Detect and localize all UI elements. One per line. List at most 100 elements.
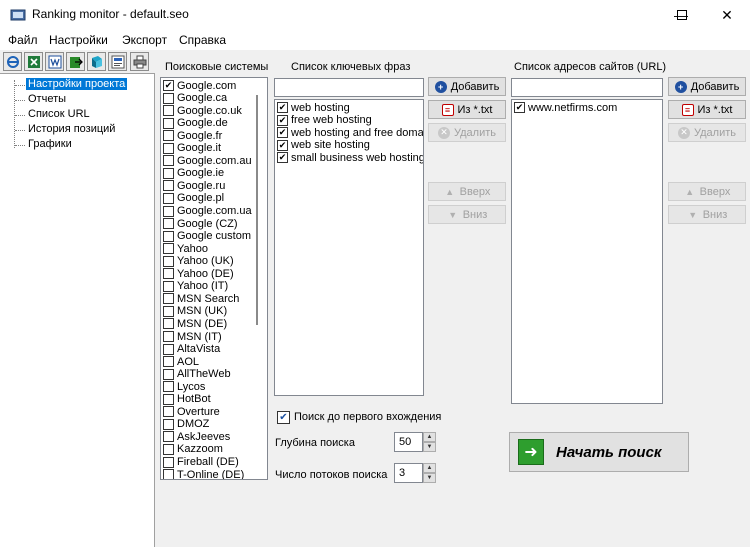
menu-settings[interactable]: Настройки	[49, 33, 108, 47]
keyword-item[interactable]: ✔ web hosting and free domain	[277, 126, 423, 139]
threads-spinner[interactable]: ▲ ▼	[423, 463, 436, 483]
menu-help[interactable]: Справка	[179, 33, 226, 47]
engine-item[interactable]: Fireball (DE)	[163, 456, 239, 469]
tree-item-project-settings[interactable]: Настройки проекта	[26, 78, 128, 90]
engine-item[interactable]: Yahoo	[163, 242, 208, 255]
tree-item-reports[interactable]: Отчеты	[26, 93, 68, 105]
engine-item[interactable]: Overture	[163, 405, 220, 418]
first-match-checkbox[interactable]: ✔	[277, 411, 290, 424]
engine-item[interactable]: AllTheWeb	[163, 368, 231, 381]
url-import-button[interactable]: ≡ Из *.txt	[668, 100, 746, 119]
menu-file[interactable]: Файл	[8, 33, 38, 47]
keyword-item[interactable]: ✔ small business web hosting	[277, 151, 423, 164]
engine-item[interactable]: Google.it	[163, 142, 221, 155]
engine-item[interactable]: Google.ru	[163, 179, 225, 192]
tree-item-position-history[interactable]: История позиций	[26, 123, 117, 135]
engine-checkbox[interactable]	[163, 105, 174, 117]
url-down-button[interactable]: ▼ Вниз	[668, 205, 746, 224]
tree-item-url-list[interactable]: Список URL	[26, 108, 92, 120]
word-icon[interactable]	[45, 52, 64, 71]
engine-item[interactable]: Google (CZ)	[163, 217, 238, 230]
engine-checkbox[interactable]	[163, 431, 174, 443]
engine-checkbox[interactable]	[163, 356, 174, 368]
spin-up-icon[interactable]: ▲	[423, 432, 436, 442]
html-icon[interactable]	[108, 52, 127, 71]
engine-item[interactable]: Google.co.uk	[163, 104, 242, 117]
keyword-add-button[interactable]: + Добавить	[428, 77, 506, 96]
keyword-delete-button[interactable]: ✕ Удалить	[428, 123, 506, 142]
engine-checkbox[interactable]	[163, 92, 174, 104]
engine-checkbox[interactable]	[163, 280, 174, 292]
engine-checkbox[interactable]	[163, 268, 174, 280]
threads-input[interactable]: 3	[394, 463, 423, 483]
keyword-checkbox[interactable]: ✔	[277, 114, 288, 126]
engine-item[interactable]: Yahoo (IT)	[163, 280, 228, 293]
engine-checkbox[interactable]	[163, 343, 174, 355]
engine-item[interactable]: AskJeeves	[163, 430, 230, 443]
keyword-input[interactable]	[274, 78, 424, 97]
engine-item[interactable]: Google.fr	[163, 129, 222, 142]
engine-checkbox[interactable]	[163, 255, 174, 267]
engine-item[interactable]: AOL	[163, 355, 199, 368]
engine-checkbox[interactable]	[163, 243, 174, 255]
engine-item[interactable]: DMOZ	[163, 418, 209, 431]
engine-item[interactable]: Google custom	[163, 230, 251, 243]
engine-checkbox[interactable]	[163, 305, 174, 317]
engine-checkbox[interactable]	[163, 205, 174, 217]
engine-item[interactable]: Kazzoom	[163, 443, 223, 456]
engine-item[interactable]: Lycos	[163, 380, 205, 393]
engine-checkbox[interactable]	[163, 318, 174, 330]
keyword-down-button[interactable]: ▼ Вниз	[428, 205, 506, 224]
engine-item[interactable]: MSN (UK)	[163, 305, 227, 318]
keywords-list[interactable]: ✔ web hosting ✔ free web hosting ✔ web hostin…	[274, 99, 424, 396]
depth-input[interactable]: 50	[394, 432, 423, 452]
engine-item[interactable]: Yahoo (UK)	[163, 255, 234, 268]
engine-checkbox[interactable]	[163, 180, 174, 192]
engine-checkbox[interactable]	[163, 406, 174, 418]
engine-item[interactable]: Yahoo (DE)	[163, 267, 234, 280]
engine-checkbox[interactable]	[163, 368, 174, 380]
engine-checkbox[interactable]	[163, 130, 174, 142]
engine-item[interactable]: Google.com.ua	[163, 205, 252, 218]
url-checkbox[interactable]: ✔	[514, 102, 525, 113]
engine-checkbox[interactable]	[163, 155, 174, 167]
keyword-item[interactable]: ✔ web hosting	[277, 101, 350, 114]
keyword-checkbox[interactable]: ✔	[277, 152, 288, 164]
keyword-up-button[interactable]: ▲ Вверх	[428, 182, 506, 201]
engine-checkbox[interactable]	[163, 167, 174, 179]
engine-checkbox[interactable]	[163, 456, 174, 468]
engine-checkbox[interactable]	[163, 418, 174, 430]
engine-item[interactable]: MSN (IT)	[163, 330, 222, 343]
engine-checkbox[interactable]	[163, 393, 174, 405]
printer-icon[interactable]	[130, 52, 149, 71]
close-button[interactable]: ✕	[704, 0, 750, 30]
start-search-button[interactable]: ➜ Начать поиск	[509, 432, 689, 472]
menu-export[interactable]: Экспорт	[122, 33, 167, 47]
spin-down-icon[interactable]: ▼	[423, 473, 436, 483]
depth-spinner[interactable]: ▲ ▼	[423, 432, 436, 452]
engine-checkbox[interactable]	[163, 381, 174, 393]
engine-item[interactable]: Google.ie	[163, 167, 224, 180]
engines-list[interactable]: ✔ Google.com Google.ca Google.co.uk Google.d…	[160, 77, 268, 480]
engine-item[interactable]: T-Online (DE)	[163, 468, 244, 479]
engine-checkbox[interactable]	[163, 443, 174, 455]
maximize-button[interactable]	[659, 0, 705, 30]
engine-item[interactable]: Google.de	[163, 117, 228, 130]
tree-item-charts[interactable]: Графики	[26, 138, 74, 150]
engine-item[interactable]: HotBot	[163, 393, 211, 406]
engine-checkbox[interactable]	[163, 142, 174, 154]
engine-item[interactable]: ✔ Google.com	[163, 79, 236, 92]
export-icon[interactable]	[66, 52, 85, 71]
keyword-checkbox[interactable]: ✔	[277, 102, 288, 113]
engine-item[interactable]: Google.ca	[163, 92, 227, 105]
keyword-item[interactable]: ✔ web site hosting	[277, 139, 370, 152]
keyword-item[interactable]: ✔ free web hosting	[277, 114, 372, 127]
excel-icon[interactable]	[24, 52, 43, 71]
urls-list[interactable]: ✔ www.netfirms.com	[511, 99, 663, 404]
engine-checkbox[interactable]	[163, 331, 174, 342]
engines-scrollbar[interactable]	[256, 95, 258, 325]
keyword-checkbox[interactable]: ✔	[277, 139, 288, 151]
keyword-checkbox[interactable]: ✔	[277, 127, 288, 139]
engine-checkbox[interactable]	[163, 469, 174, 479]
book-icon[interactable]	[87, 52, 106, 71]
